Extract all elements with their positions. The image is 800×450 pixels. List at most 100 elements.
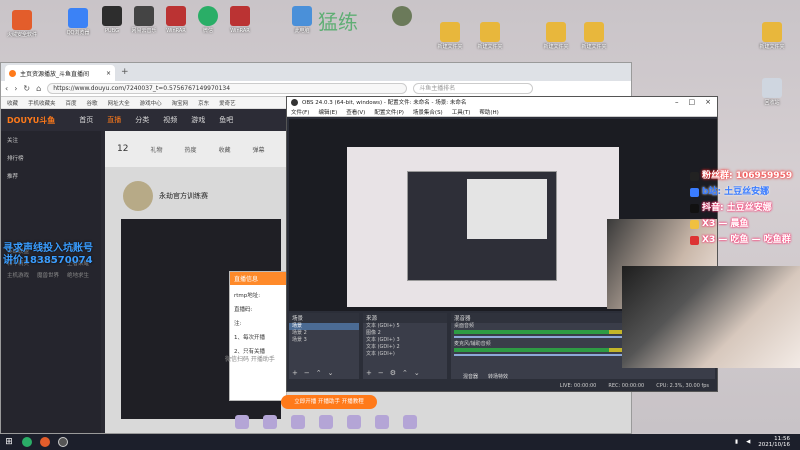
desktop-icon[interactable]: 新建文件夹 bbox=[430, 22, 470, 50]
forward-icon[interactable]: › bbox=[14, 84, 17, 93]
gift-icon[interactable] bbox=[319, 415, 333, 429]
bookmark-item[interactable]: 百度 bbox=[66, 99, 77, 107]
gear-icon[interactable]: ⚙ bbox=[390, 369, 396, 377]
add-icon[interactable]: + bbox=[292, 369, 298, 377]
remove-icon[interactable]: − bbox=[304, 369, 310, 377]
gift-icon[interactable] bbox=[403, 415, 417, 429]
menu-profile[interactable]: 配置文件(P) bbox=[374, 108, 404, 116]
nav-item-game[interactable]: 游戏 bbox=[191, 115, 205, 125]
danmu-button[interactable]: 弹幕 bbox=[253, 145, 265, 154]
move-up-icon[interactable]: ⌃ bbox=[402, 369, 408, 377]
sidebar-category[interactable]: 绝地求生 bbox=[67, 271, 95, 279]
gift-icon[interactable] bbox=[291, 415, 305, 429]
social-row: 抖音: 土豆丝安娜 bbox=[690, 200, 792, 216]
menu-edit[interactable]: 编辑(E) bbox=[318, 108, 337, 116]
desktop-icon[interactable]: 回收站 bbox=[752, 78, 792, 106]
tab-mixer[interactable]: 混音器 bbox=[463, 373, 478, 380]
desktop-icon[interactable]: 新建文件夹 bbox=[470, 22, 510, 50]
sidebar-category[interactable]: 魔兽世界 bbox=[37, 271, 65, 279]
gift-icon[interactable] bbox=[347, 415, 361, 429]
clock[interactable]: 11:56 2021/10/16 bbox=[758, 436, 790, 448]
obs-titlebar[interactable]: OBS 24.0.3 (64-bit, windows) - 配置文件: 未命名… bbox=[287, 97, 717, 107]
stream-key-label: 直播码: bbox=[234, 307, 253, 313]
remove-icon[interactable]: − bbox=[378, 369, 384, 377]
gift-icon[interactable] bbox=[263, 415, 277, 429]
sidebar-item-ranking[interactable]: 排行榜 bbox=[1, 149, 101, 167]
nav-item-yuba[interactable]: 鱼吧 bbox=[219, 115, 233, 125]
helper-link[interactable]: 微信扫码 开播助手 bbox=[225, 354, 275, 363]
heat-stat: 热度 bbox=[184, 146, 197, 154]
sidebar-item-follow[interactable]: 关注 bbox=[1, 131, 101, 149]
menu-scene-collection[interactable]: 场景集合(S) bbox=[413, 108, 443, 116]
move-down-icon[interactable]: ⌄ bbox=[328, 369, 334, 377]
scene-item[interactable]: 场景 2 bbox=[289, 330, 359, 337]
bookmark-item[interactable]: 淘宝网 bbox=[172, 99, 189, 107]
scene-item[interactable]: 场景 bbox=[289, 323, 359, 330]
bookmark-item[interactable]: 收藏 bbox=[7, 99, 18, 107]
volume-icon[interactable]: ◀ bbox=[746, 439, 750, 445]
desktop-icon[interactable]: 火绒安全软件 bbox=[2, 10, 42, 38]
douyu-logo[interactable]: DOUYU斗鱼 bbox=[7, 115, 55, 126]
maximize-icon[interactable]: □ bbox=[689, 98, 696, 106]
source-item[interactable]: 文本 (GDI+) 3 bbox=[363, 337, 447, 344]
close-tab-icon[interactable]: × bbox=[106, 70, 111, 77]
nav-item-category[interactable]: 分类 bbox=[135, 115, 149, 125]
start-live-button[interactable]: 立即开播 开播助手 开播教程 bbox=[281, 395, 377, 409]
source-item[interactable]: 文本 (GDI+) 2 bbox=[363, 344, 447, 351]
menu-view[interactable]: 查看(V) bbox=[346, 108, 365, 116]
bookmark-item[interactable]: 爱奇艺 bbox=[219, 99, 236, 107]
desktop-icon[interactable]: WinRAR bbox=[220, 6, 260, 34]
new-tab-button[interactable]: + bbox=[121, 67, 129, 77]
desktop-icon[interactable] bbox=[382, 6, 422, 28]
sidebar-item-recommend[interactable]: 推荐 bbox=[1, 167, 101, 185]
close-icon[interactable]: × bbox=[705, 98, 711, 106]
windows-start-icon[interactable]: ⊞ bbox=[0, 437, 18, 447]
refresh-icon[interactable]: ↻ bbox=[23, 84, 30, 93]
bookmark-item[interactable]: 手机收藏夹 bbox=[28, 99, 56, 107]
social-text: 粉丝群: 106959959 bbox=[702, 171, 793, 181]
nav-item-home[interactable]: 首页 bbox=[79, 115, 93, 125]
bookmark-item[interactable]: 谷歌 bbox=[87, 99, 98, 107]
desktop-icon[interactable]: 新建文件夹 bbox=[536, 22, 576, 50]
avatar[interactable] bbox=[123, 181, 153, 211]
network-icon[interactable]: ▮ bbox=[735, 439, 738, 445]
desktop-icon-label: 微信 bbox=[202, 28, 213, 34]
menu-help[interactable]: 帮助(H) bbox=[479, 108, 498, 116]
nav-item-live[interactable]: 直播 bbox=[107, 115, 121, 125]
source-item[interactable]: 图像 2 bbox=[363, 330, 447, 337]
back-icon[interactable]: ‹ bbox=[5, 84, 8, 93]
bookmark-item[interactable]: 京东 bbox=[198, 99, 209, 107]
source-item[interactable]: 文本 (GDI+) bbox=[363, 351, 447, 358]
menu-file[interactable]: 文件(F) bbox=[291, 108, 309, 116]
desktop-icon[interactable]: 新建文件夹 bbox=[574, 22, 614, 50]
tab-transitions[interactable]: 转场特效 bbox=[488, 373, 508, 380]
bookmark-item[interactable]: 游戏中心 bbox=[140, 99, 162, 107]
desktop-icon[interactable]: 此电脑 bbox=[282, 6, 322, 34]
sidebar-category[interactable]: 主机游戏 bbox=[7, 271, 35, 279]
menu-tools[interactable]: 工具(T) bbox=[452, 108, 471, 116]
source-item[interactable]: 文本 (GDI+) 5 bbox=[363, 323, 447, 330]
taskbar-app[interactable] bbox=[54, 435, 72, 449]
move-down-icon[interactable]: ⌄ bbox=[414, 369, 420, 377]
nav-item-video[interactable]: 视频 bbox=[163, 115, 177, 125]
gift-icon[interactable] bbox=[375, 415, 389, 429]
home-icon[interactable]: ⌂ bbox=[36, 84, 41, 93]
minimize-icon[interactable]: – bbox=[675, 98, 679, 106]
sources-dock: 来源 文本 (GDI+) 5 图像 2 文本 (GDI+) 3 文本 (GDI+… bbox=[363, 313, 447, 379]
add-icon[interactable]: + bbox=[366, 369, 372, 377]
favorite-button[interactable]: 收藏 bbox=[218, 145, 230, 154]
taskbar-app[interactable] bbox=[18, 435, 36, 449]
move-up-icon[interactable]: ⌃ bbox=[316, 369, 322, 377]
gift-icon[interactable] bbox=[235, 415, 249, 429]
browser-tab[interactable]: 主页资源播放_斗鱼直播间 × bbox=[5, 65, 115, 81]
scene-item[interactable]: 场景 3 bbox=[289, 337, 359, 344]
address-bar[interactable]: https://www.douyu.com/7240037_t=0.575676… bbox=[47, 83, 408, 94]
wechat-icon bbox=[198, 6, 218, 26]
gift-button[interactable]: 礼物 bbox=[150, 145, 162, 154]
taskbar-app[interactable] bbox=[36, 435, 54, 449]
browser-search-input[interactable]: 斗鱼主播排名 bbox=[413, 83, 534, 94]
desktop-icon[interactable]: 新建文件夹 bbox=[752, 22, 792, 50]
app-icon bbox=[40, 437, 50, 447]
bookmark-item[interactable]: 网址大全 bbox=[108, 99, 130, 107]
social-text: X3 — 吃鱼 — 吃鱼群 bbox=[702, 235, 791, 245]
